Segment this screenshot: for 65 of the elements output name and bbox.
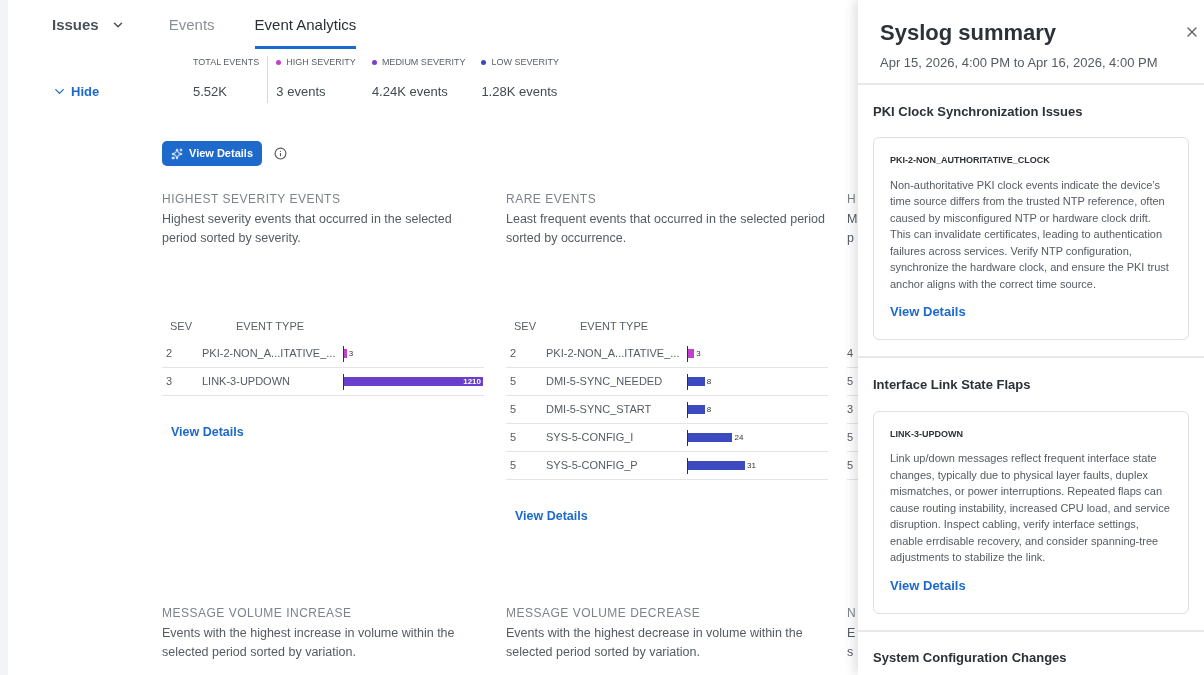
stat-label: HIGH SEVERITY: [286, 56, 356, 69]
section-description: Least frequent events that occurred in the selected period sorted by occurrence.: [506, 211, 826, 247]
bar-value: 8: [705, 403, 712, 416]
table-cell-text: PKI-2-NON_A...ITATIVE_...: [546, 346, 681, 362]
event-code: LINK-3-UPDOWN: [890, 427, 964, 441]
table-cell-text: 5: [509, 458, 518, 474]
event-code: PKI-2-NON_AUTHORITATIVE_CLOCK: [890, 154, 1051, 167]
table-cell-text: DMI-5-SYNC_NEEDED: [546, 374, 664, 390]
section-description: M p: [847, 211, 857, 247]
table-cell-text: LINK-3-UPDOWN: [202, 374, 291, 390]
stat-value: 3 events: [276, 82, 327, 101]
view-details-link[interactable]: View Details: [890, 575, 966, 595]
bar-value: 31: [746, 459, 756, 472]
table-cell-text: PKI-2-NON_A...ITATIVE_...: [202, 346, 337, 362]
group-heading: PKI Clock Synchronization Issues: [873, 102, 1084, 121]
stat-value: 5.52K: [193, 82, 228, 101]
card-description: Non-authoritative PKI clock events indicate the device’s time source differs from the trusted NTP reference, often caused by misconfigured NTP or hardware clock drift. This can invalidate certificates, leading to authentication failures across services. Verify NTP configuration, synchronize the hardware clock, and ensure the PKI trust anchor aligns with the correct time source.: [890, 177, 1170, 292]
stat-label: LOW SEVERITY: [491, 56, 559, 69]
column-header: EVENT TYPE: [236, 318, 305, 334]
bar-value: 3: [347, 347, 354, 360]
section-title: H: [847, 191, 857, 208]
issues-menu[interactable]: Issues: [52, 14, 125, 37]
section-title: MESSAGE VOLUME INCREASE: [162, 604, 353, 622]
table-cell-text: SYS-5-CONFIG_I: [546, 430, 635, 446]
group-heading: System Configuration Changes: [873, 648, 1068, 667]
bar-value: 1210: [463, 375, 482, 388]
table-cell-text: 2: [165, 346, 174, 362]
bar-value: 8: [705, 375, 712, 388]
stat-label: MEDIUM SEVERITY: [381, 56, 466, 69]
tab[interactable]: Events: [168, 14, 215, 49]
view-details-link[interactable]: View Details: [515, 507, 588, 526]
table-cell-text: 5: [509, 402, 518, 418]
bar-value: 3: [695, 347, 701, 360]
section-title: MESSAGE VOLUME DECREASE: [506, 604, 702, 622]
stat-label: TOTAL EVENTS: [193, 56, 260, 69]
info-icon[interactable]: [274, 147, 287, 160]
view-details-link[interactable]: View Details: [171, 423, 244, 442]
table-cell-text: 3: [165, 374, 174, 390]
bar-value: 24: [733, 431, 744, 444]
group-heading: Interface Link State Flaps: [873, 376, 1032, 394]
column-header: EVENT TYPE: [580, 318, 649, 334]
section-description: Events with the highest increase in volume within the selected period sorted by variation.: [162, 624, 456, 661]
column-header: SEV: [513, 318, 537, 334]
stat-value: 4.24K events: [371, 82, 449, 101]
section-title: N: [847, 604, 858, 622]
sparkle-icon: [171, 147, 183, 160]
date-range: Apr 15, 2026, 4:00 PM to Apr 16, 2026, 4:00 PM: [880, 54, 1158, 72]
table-cell-text: 2: [509, 346, 518, 362]
table-cell-text: 5: [509, 430, 518, 446]
table-cell-text: SYS-5-CONFIG_P: [546, 458, 639, 474]
column-header: SEV: [169, 318, 193, 334]
ai-view-details-button[interactable]: View Details: [162, 141, 262, 166]
card-description: Link up/down messages reflect frequent interface state changes, typically due to physical layer faults, duplex mismatches, or power interruptions. Repeated flaps can cause routing instability, increased CPU load, and service disruption. Inspect cabling, verify interface settings, enable errdisable recovery, and consider spanning-tree adjustments to stabilize the link.: [890, 451, 1171, 565]
stat-value: 1.28K events: [481, 82, 559, 101]
panel-title: Syslog summary: [880, 19, 1058, 47]
section-title: HIGHEST SEVERITY EVENTS: [162, 191, 342, 208]
tab[interactable]: Event Analytics: [254, 14, 357, 49]
table-cell-text: DMI-5-SYNC_START: [546, 402, 653, 418]
section-description: Highest severity events that occurred in the selected period sorted by severity.: [162, 211, 453, 247]
hide-toggle[interactable]: Hide: [52, 82, 193, 102]
table-cell-text: 5: [509, 374, 518, 390]
section-title: RARE EVENTS: [506, 191, 598, 208]
section-description: Events with the highest decrease in volume within the selected period sorted by variation.: [506, 624, 804, 661]
view-details-link[interactable]: View Details: [890, 302, 966, 322]
section-description: E s: [847, 624, 857, 661]
